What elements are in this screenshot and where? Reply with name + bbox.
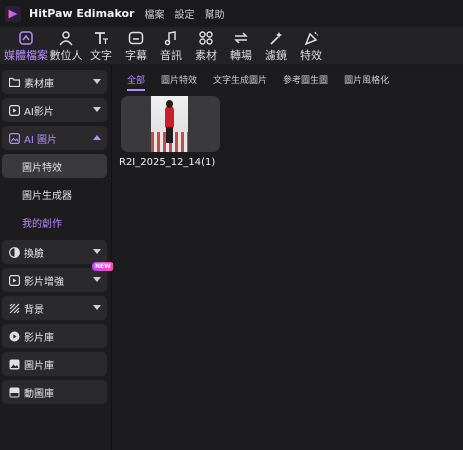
sidebar-item-label: 圖片庫 xyxy=(24,360,54,372)
tool-assets[interactable]: 素材 xyxy=(189,27,223,65)
app-title: HitPaw Edimakor xyxy=(29,7,135,20)
media-card-filename: R2I_2025_12_14(1) xyxy=(119,157,216,168)
tool-media[interactable]: 媒體檔案 xyxy=(4,27,48,65)
assets-icon xyxy=(199,31,213,45)
tool-subtitle[interactable]: 字幕 xyxy=(119,27,153,65)
tab-image-effects[interactable]: 圖片特效 xyxy=(161,73,197,91)
sidebar-item-label: AI 圖片 xyxy=(24,134,57,146)
tool-avatar[interactable]: 數位人 xyxy=(49,27,83,65)
image-library-icon xyxy=(8,358,20,370)
sidebar-item-label: 背景 xyxy=(24,304,44,316)
sidebar-item-asset-library[interactable]: 素材庫 xyxy=(2,70,107,94)
sidebar-item-label: 動圖庫 xyxy=(24,388,54,400)
sidebar-item-face-swap[interactable]: 換臉 xyxy=(2,240,107,264)
chevron-up-icon xyxy=(93,135,101,140)
main-panel: 全部 圖片特效 文字生成圖片 參考圖生圖 圖片風格化 R2I_2025_12_1… xyxy=(113,65,463,450)
tab-text-to-image[interactable]: 文字生成圖片 xyxy=(213,73,267,91)
tab-all[interactable]: 全部 xyxy=(127,73,146,91)
enhance-icon xyxy=(8,274,20,286)
gif-icon xyxy=(8,386,20,398)
tool-avatar-label: 數位人 xyxy=(49,49,83,62)
tool-filter[interactable]: 濾鏡 xyxy=(259,27,293,65)
sidebar-item-label: 素材庫 xyxy=(24,78,54,90)
tool-filter-label: 濾鏡 xyxy=(265,49,287,62)
menu-file[interactable]: 檔案 xyxy=(144,6,164,21)
tool-transition[interactable]: 轉場 xyxy=(224,27,258,65)
title-bar: HitPaw Edimakor 檔案 設定 幫助 xyxy=(0,0,463,27)
tool-audio-label: 音訊 xyxy=(160,49,182,62)
video-library-icon xyxy=(8,330,20,342)
tool-transition-label: 轉場 xyxy=(230,49,252,62)
tool-effects-label: 特效 xyxy=(300,49,322,62)
new-badge: NEW xyxy=(92,262,114,271)
audio-icon xyxy=(164,31,176,46)
tool-text[interactable]: 文字 xyxy=(84,27,118,65)
menu-settings[interactable]: 設定 xyxy=(174,6,194,21)
sidebar-item-image-effects[interactable]: 圖片特效 xyxy=(2,154,107,178)
text-icon xyxy=(95,32,108,44)
sidebar-item-image-library[interactable]: 圖片庫 xyxy=(2,352,107,376)
sidebar-item-my-creations[interactable]: 我的創作 xyxy=(2,210,107,234)
ai-image-icon xyxy=(8,132,20,144)
menu-help[interactable]: 幫助 xyxy=(204,6,224,21)
media-card[interactable] xyxy=(121,96,220,152)
tool-text-label: 文字 xyxy=(90,49,112,62)
tool-effects[interactable]: 特效 xyxy=(294,27,328,65)
sidebar-item-video-library[interactable]: 影片庫 xyxy=(2,324,107,348)
sidebar-item-label: 影片增強 xyxy=(24,276,64,288)
chevron-down-icon xyxy=(93,277,101,282)
chevron-down-icon xyxy=(93,249,101,254)
app-logo-icon xyxy=(5,5,21,22)
subtitle-icon xyxy=(128,31,144,45)
tool-subtitle-label: 字幕 xyxy=(125,49,147,62)
filter-tabs: 全部 圖片特效 文字生成圖片 參考圖生圖 圖片風格化 xyxy=(127,73,405,91)
avatar-icon xyxy=(59,31,73,46)
tab-reference-image[interactable]: 參考圖生圖 xyxy=(283,73,328,91)
filter-icon xyxy=(270,32,282,45)
tool-media-label: 媒體檔案 xyxy=(4,49,48,62)
sidebar-item-ai-video[interactable]: AI影片 xyxy=(2,98,107,122)
effects-icon xyxy=(304,31,318,46)
background-icon xyxy=(8,302,20,314)
media-icon xyxy=(19,31,33,45)
tab-image-stylize[interactable]: 圖片風格化 xyxy=(344,73,389,91)
sidebar-item-ai-image[interactable]: AI 圖片 xyxy=(2,126,107,150)
transition-icon xyxy=(234,32,248,44)
sidebar-item-gif-library[interactable]: 動圖庫 xyxy=(2,380,107,404)
chevron-down-icon xyxy=(93,79,101,84)
sidebar-item-label: 換臉 xyxy=(24,248,44,260)
tool-audio[interactable]: 音訊 xyxy=(154,27,188,65)
main-toolbar: 媒體檔案 數位人 文字 字幕 音訊 素材 轉場 濾鏡 特效 xyxy=(0,27,463,65)
image-thumbnail xyxy=(151,96,188,152)
sidebar-item-label: 影片庫 xyxy=(24,332,54,344)
sidebar-item-video-enhance[interactable]: 影片增強 NEW xyxy=(2,262,114,292)
sidebar-item-background[interactable]: 背景 xyxy=(2,296,107,320)
folder-icon xyxy=(8,76,20,88)
tool-assets-label: 素材 xyxy=(195,49,217,62)
sidebar-item-image-generator[interactable]: 圖片生成器 xyxy=(2,182,107,206)
chevron-down-icon xyxy=(93,107,101,112)
sidebar: 素材庫 AI影片 AI 圖片 圖片特效 圖片生成器 我的創作 換臉 影片增強 N… xyxy=(0,65,114,450)
face-swap-icon xyxy=(8,246,20,258)
chevron-down-icon xyxy=(93,305,101,310)
ai-video-icon xyxy=(8,104,20,116)
sidebar-item-label: AI影片 xyxy=(24,106,54,118)
